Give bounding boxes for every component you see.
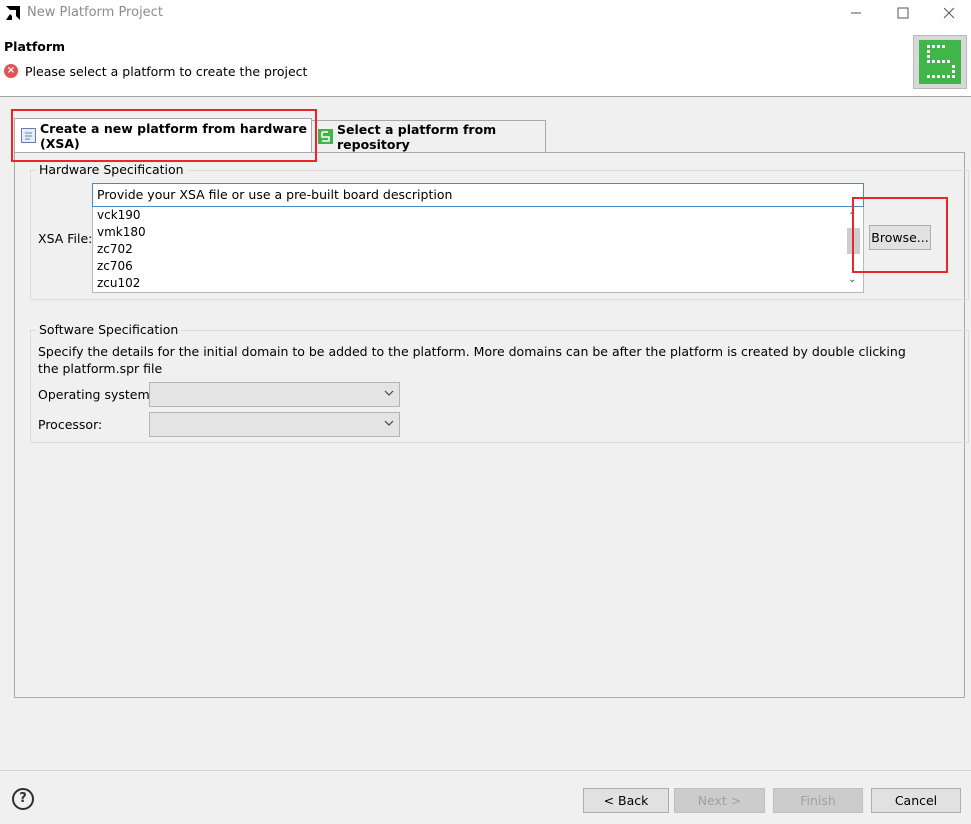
scroll-down-icon[interactable]: ⌄ [848, 274, 856, 285]
list-item[interactable]: vmk180 [93, 224, 863, 241]
tab-select-from-repository[interactable]: Select a platform from repository [312, 120, 546, 152]
page-title: Platform [4, 39, 66, 54]
xsa-file-label: XSA File: [38, 231, 93, 246]
wizard-header: Platform × Please select a platform to c… [0, 26, 971, 97]
finish-button[interactable]: Finish [773, 788, 863, 813]
processor-select[interactable] [149, 412, 400, 437]
list-item[interactable]: zc702 [93, 241, 863, 258]
xsa-file-input[interactable]: Provide your XSA file or use a pre-built… [92, 183, 864, 207]
minimize-icon[interactable] [833, 0, 879, 26]
board-list[interactable]: vck190 vmk180 zc702 zc706 zcu102 [92, 207, 864, 293]
operating-system-label: Operating system: [38, 387, 154, 402]
help-icon[interactable]: ? [12, 788, 34, 810]
cancel-button[interactable]: Cancel [871, 788, 961, 813]
annotation-highlight-tab [11, 109, 317, 162]
software-spec-label: Software Specification [36, 322, 182, 337]
close-icon[interactable] [926, 0, 971, 26]
wizard-banner-icon [913, 35, 967, 89]
annotation-highlight-browse [852, 197, 948, 273]
list-item[interactable]: zc706 [93, 258, 863, 275]
window-titlebar: New Platform Project [0, 0, 971, 26]
chevron-down-icon [384, 420, 394, 426]
software-spec-description: Specify the details for the initial doma… [38, 344, 906, 376]
processor-label: Processor: [38, 417, 103, 432]
platform-repository-icon [318, 129, 333, 144]
tab-label: Select a platform from repository [337, 121, 497, 152]
list-item[interactable]: zcu102 [93, 275, 863, 292]
list-item[interactable]: vck190 [93, 207, 863, 224]
app-logo-icon [6, 6, 20, 20]
back-button[interactable]: < Back [583, 788, 669, 813]
chevron-down-icon [384, 390, 394, 396]
next-button[interactable]: Next > [674, 788, 765, 813]
error-icon: × [4, 64, 18, 78]
maximize-icon[interactable] [880, 0, 926, 26]
hardware-spec-label: Hardware Specification [36, 162, 187, 177]
footer-separator [0, 770, 971, 771]
error-message: Please select a platform to create the p… [25, 64, 308, 79]
operating-system-select[interactable] [149, 382, 400, 407]
window-title: New Platform Project [27, 5, 163, 20]
